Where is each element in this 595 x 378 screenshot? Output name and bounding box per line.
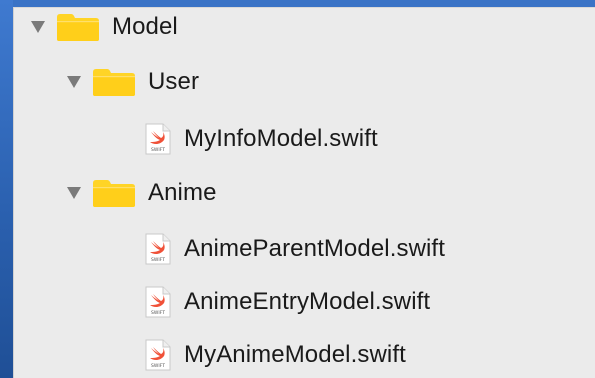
tree-row-model[interactable]: Model — [30, 9, 178, 45]
desktop-background-top — [0, 0, 595, 7]
tree-row-file[interactable]: SWIFT MyInfoModel.swift — [144, 121, 378, 157]
tree-row-anime[interactable]: Anime — [66, 175, 217, 211]
desktop-background-edge — [0, 0, 13, 378]
tree-label-user: User — [148, 68, 200, 95]
tree-row-file[interactable]: SWIFT AnimeEntryModel.swift — [144, 284, 430, 320]
tree-label-file: AnimeParentModel.swift — [184, 235, 445, 262]
tree-row-user[interactable]: User — [66, 64, 199, 100]
tree-label-file: MyAnimeModel.swift — [184, 341, 406, 368]
svg-text:SWIFT: SWIFT — [151, 310, 165, 316]
tree-row-file[interactable]: SWIFT AnimeParentModel.swift — [144, 231, 445, 267]
tree-label-file: MyInfoModel.swift — [184, 125, 378, 152]
folder-icon — [92, 67, 136, 97]
swift-file-icon: SWIFT — [144, 286, 172, 318]
project-navigator: Model User SWIFT MyInfoModel.swift Anime… — [13, 7, 595, 378]
swift-file-icon: SWIFT — [144, 233, 172, 265]
folder-icon — [56, 12, 100, 42]
folder-icon — [92, 178, 136, 208]
svg-text:SWIFT: SWIFT — [151, 257, 165, 263]
swift-file-icon: SWIFT — [144, 123, 172, 155]
disclosure-expanded-icon[interactable] — [30, 19, 46, 35]
tree-label-anime: Anime — [148, 179, 217, 206]
disclosure-expanded-icon[interactable] — [66, 74, 82, 90]
disclosure-expanded-icon[interactable] — [66, 185, 82, 201]
swift-file-icon: SWIFT — [144, 339, 172, 371]
svg-text:SWIFT: SWIFT — [151, 363, 165, 369]
tree-label-model: Model — [112, 13, 178, 40]
tree-label-file: AnimeEntryModel.swift — [184, 288, 431, 315]
tree-row-file[interactable]: SWIFT MyAnimeModel.swift — [144, 337, 406, 373]
svg-text:SWIFT: SWIFT — [151, 147, 165, 153]
